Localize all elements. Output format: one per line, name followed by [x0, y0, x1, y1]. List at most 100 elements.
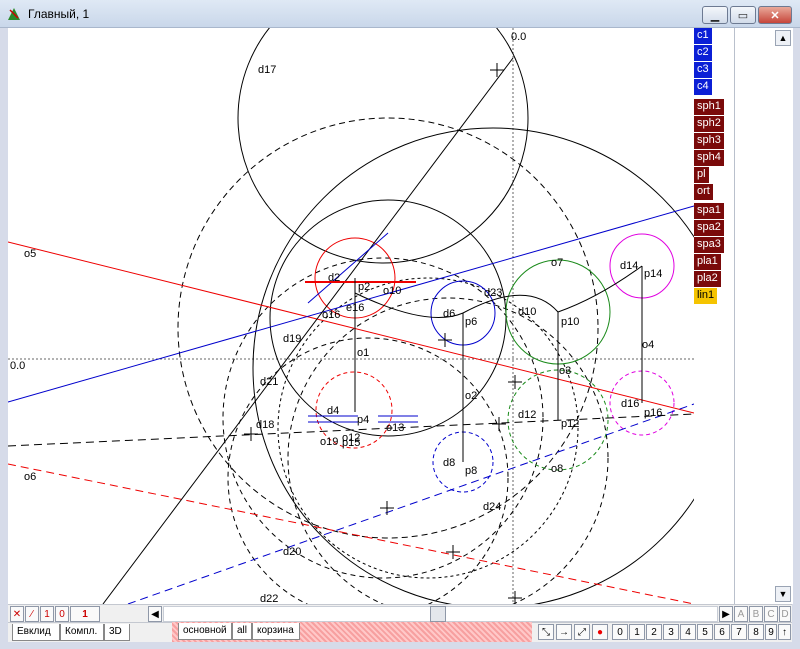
app-icon — [8, 8, 20, 20]
number-button-6[interactable]: 6 — [714, 624, 730, 640]
x-axis-zero-label: 0.0 — [10, 360, 25, 372]
label-o1: o1 — [357, 347, 369, 359]
tab-all[interactable]: all — [232, 623, 252, 640]
label-d17: d17 — [258, 64, 276, 76]
tab-euclid[interactable]: Евклид — [12, 624, 60, 641]
label-e16: e16 — [346, 302, 364, 314]
object-item-spa1[interactable]: spa1 — [694, 203, 724, 219]
hscroll-left-arrow-icon[interactable]: ◀ — [148, 606, 162, 622]
object-item-spa3[interactable]: spa3 — [694, 237, 724, 253]
object-item-c3[interactable]: c3 — [694, 62, 712, 78]
label-d19: d19 — [283, 333, 301, 345]
label-d16: d16 — [621, 398, 639, 410]
number-button-3[interactable]: 3 — [663, 624, 679, 640]
line-icon[interactable]: ∕ — [25, 606, 39, 622]
layer-a-button[interactable]: A — [734, 606, 748, 622]
label-d12: d12 — [518, 409, 536, 421]
number-button-4[interactable]: 4 — [680, 624, 696, 640]
label-d6: d6 — [443, 308, 455, 320]
mode-one-button[interactable]: 1 — [40, 606, 54, 622]
label-o10: o10 — [383, 285, 401, 297]
mode-zero-button[interactable]: 0 — [55, 606, 69, 622]
number-button-2[interactable]: 2 — [646, 624, 662, 640]
label-p10: p10 — [561, 316, 579, 328]
number-button-0[interactable]: 0 — [612, 624, 628, 640]
object-item-pla1[interactable]: pla1 — [694, 254, 721, 270]
minimize-button[interactable]: ▁ — [702, 6, 728, 24]
label-o6: o6 — [24, 471, 36, 483]
label-d23: d23 — [484, 287, 502, 299]
scroll-up-arrow-icon[interactable]: ▲ — [775, 30, 791, 46]
status-value: 1 — [70, 606, 100, 622]
resize-icon[interactable]: ⤢ — [574, 624, 590, 640]
label-p16: p16 — [644, 407, 662, 419]
number-button-1[interactable]: 1 — [629, 624, 645, 640]
tab-3d[interactable]: 3D — [104, 624, 130, 641]
record-icon[interactable]: ● — [592, 624, 608, 640]
object-item-c2[interactable]: c2 — [694, 45, 712, 61]
label-d10: d10 — [518, 306, 536, 318]
title-bar: Главный, 1 ▁ ▭ ✕ — [0, 0, 800, 28]
object-item-sph2[interactable]: sph2 — [694, 116, 724, 132]
label-d2: d2 — [328, 272, 340, 284]
number-button-7[interactable]: 7 — [731, 624, 747, 640]
label-p4: p4 — [357, 414, 369, 426]
hscroll-thumb[interactable] — [430, 606, 446, 622]
label-o13: o13 — [386, 422, 404, 434]
up-arrow-icon[interactable]: ↑ — [778, 624, 791, 640]
number-button-9[interactable]: 9 — [765, 624, 777, 640]
label-o8: o8 — [551, 463, 563, 475]
tool-buttons: ⤡ → ⤢ ● 0 1 2 3 4 5 6 7 8 9 ↑ — [538, 623, 792, 641]
curve-tool-icon[interactable]: ⤡ — [538, 624, 554, 640]
number-button-8[interactable]: 8 — [748, 624, 764, 640]
label-o2: o2 — [465, 390, 477, 402]
window-title: Главный, 1 — [28, 7, 90, 21]
object-item-c4[interactable]: c4 — [694, 79, 712, 95]
object-item-c1[interactable]: c1 — [694, 28, 712, 44]
label-o3: o3 — [559, 365, 571, 377]
label-o19: o19 — [320, 436, 338, 448]
maximize-button[interactable]: ▭ — [730, 6, 756, 24]
layer-b-button[interactable]: B — [749, 606, 763, 622]
tab-complex[interactable]: Компл. — [60, 624, 104, 641]
drawing-canvas[interactable]: 0.0 0.0 d17 d2 p2 o10 e16 o16 d23 o7 d10… — [8, 28, 694, 604]
object-list: c1 c2 c3 c4 sph1 sph2 sph3 sph4 pl ort s… — [694, 28, 734, 604]
vertical-scrollbar[interactable]: ▲ ▼ — [734, 28, 793, 604]
label-d4: d4 — [327, 405, 339, 417]
label-p2: p2 — [358, 281, 370, 293]
label-d20: d20 — [283, 546, 301, 558]
object-item-pla2[interactable]: pla2 — [694, 271, 721, 287]
scroll-track — [735, 28, 793, 604]
object-item-sph1[interactable]: sph1 — [694, 99, 724, 115]
label-o7: o7 — [551, 257, 563, 269]
object-item-spa2[interactable]: spa2 — [694, 220, 724, 236]
label-p14: p14 — [644, 268, 662, 280]
hscroll-right-arrow-icon[interactable]: ▶ — [719, 606, 733, 622]
object-item-pl[interactable]: pl — [694, 167, 709, 183]
label-p8: p8 — [465, 465, 477, 477]
delete-icon[interactable]: ✕ — [10, 606, 24, 622]
y-axis-zero-label: 0.0 — [511, 31, 526, 43]
object-item-ort[interactable]: ort — [694, 184, 713, 200]
label-o16: o16 — [322, 309, 340, 321]
layer-c-button[interactable]: C — [764, 606, 778, 622]
close-button[interactable]: ✕ — [758, 6, 792, 24]
geometry-drawing: 0.0 0.0 d17 d2 p2 o10 e16 o16 d23 o7 d10… — [8, 28, 694, 604]
object-item-sph3[interactable]: sph3 — [694, 133, 724, 149]
number-button-5[interactable]: 5 — [697, 624, 713, 640]
tab-trash[interactable]: корзина — [252, 623, 300, 640]
label-d14: d14 — [620, 260, 638, 272]
tab-main[interactable]: основной — [178, 623, 232, 640]
label-o5: o5 — [24, 248, 36, 260]
status-bar: ✕ ∕ 1 0 1 ◀ ▶ A B C D — [8, 604, 792, 622]
label-d8: d8 — [443, 457, 455, 469]
label-d22: d22 — [260, 593, 278, 604]
object-item-sph4[interactable]: sph4 — [694, 150, 724, 166]
label-d24: d24 — [483, 501, 501, 513]
object-item-lin1[interactable]: lin1 — [694, 288, 718, 304]
scroll-down-arrow-icon[interactable]: ▼ — [775, 586, 791, 602]
label-p6: p6 — [465, 316, 477, 328]
label-o4: o4 — [642, 339, 654, 351]
layer-d-button[interactable]: D — [779, 606, 791, 622]
arrow-right-icon[interactable]: → — [556, 624, 572, 640]
